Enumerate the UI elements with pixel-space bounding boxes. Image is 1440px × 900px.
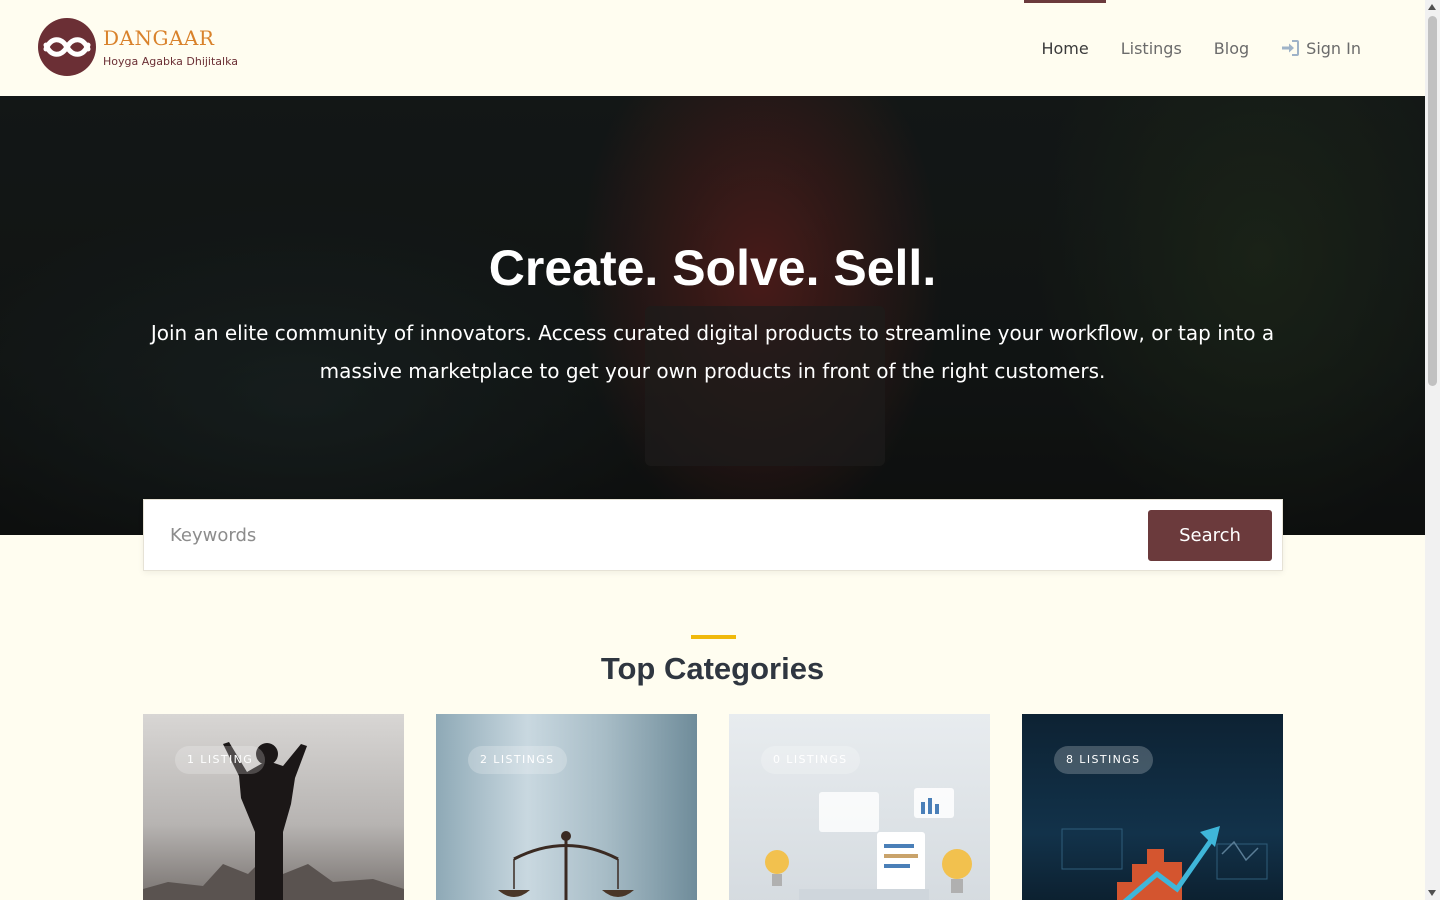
section-title: Top Categories <box>600 651 825 686</box>
category-image <box>765 788 972 900</box>
category-card[interactable]: 0 LISTINGS <box>729 714 990 900</box>
section-divider <box>691 635 736 639</box>
infinity-logo-icon <box>38 18 96 76</box>
main-nav: Home Listings Blog Sign In <box>1009 0 1361 96</box>
search-bar: Search <box>143 499 1283 571</box>
hero-subtitle: Join an elite community of innovators. A… <box>150 321 1275 383</box>
search-input[interactable] <box>154 510 1144 560</box>
category-card[interactable]: 2 LISTINGS <box>436 714 697 900</box>
site-header: DANGAAR Hoyga Agabka Dhijitalka Home Lis… <box>0 0 1425 96</box>
nav-sign-in[interactable]: Sign In <box>1281 0 1361 96</box>
brand-logo[interactable]: DANGAAR Hoyga Agabka Dhijitalka <box>37 17 238 77</box>
category-image <box>498 831 634 900</box>
category-card[interactable]: 8 LISTINGS <box>1022 714 1283 900</box>
scroll-up-arrow-icon[interactable] <box>1428 4 1436 10</box>
category-card[interactable]: 1 LISTING <box>143 714 404 900</box>
logo-text: DANGAAR Hoyga Agabka Dhijitalka <box>103 27 238 68</box>
scrollbar-thumb[interactable] <box>1428 16 1437 386</box>
search-button[interactable]: Search <box>1148 510 1272 561</box>
listing-count-badge: 0 LISTINGS <box>761 746 860 774</box>
listing-count-badge: 8 LISTINGS <box>1054 746 1153 774</box>
category-image <box>1061 826 1268 900</box>
listing-count-badge: 2 LISTINGS <box>468 746 567 774</box>
brand-name: DANGAAR <box>103 25 215 50</box>
scroll-down-arrow-icon[interactable] <box>1428 890 1436 896</box>
page-scrollbar[interactable] <box>1425 0 1440 900</box>
sign-in-label: Sign In <box>1306 38 1361 58</box>
nav-listings[interactable]: Listings <box>1121 0 1182 96</box>
nav-home[interactable]: Home <box>1024 0 1107 96</box>
sign-in-icon <box>1282 40 1300 56</box>
hero-banner: Create. Solve. Sell. Join an elite commu… <box>0 96 1425 535</box>
nav-blog[interactable]: Blog <box>1214 0 1249 96</box>
hero-title: Create. Solve. Sell. <box>488 240 937 296</box>
category-image <box>143 742 404 900</box>
brand-tagline: Hoyga Agabka Dhijitalka <box>103 54 239 68</box>
listing-count-badge: 1 LISTING <box>175 746 266 774</box>
